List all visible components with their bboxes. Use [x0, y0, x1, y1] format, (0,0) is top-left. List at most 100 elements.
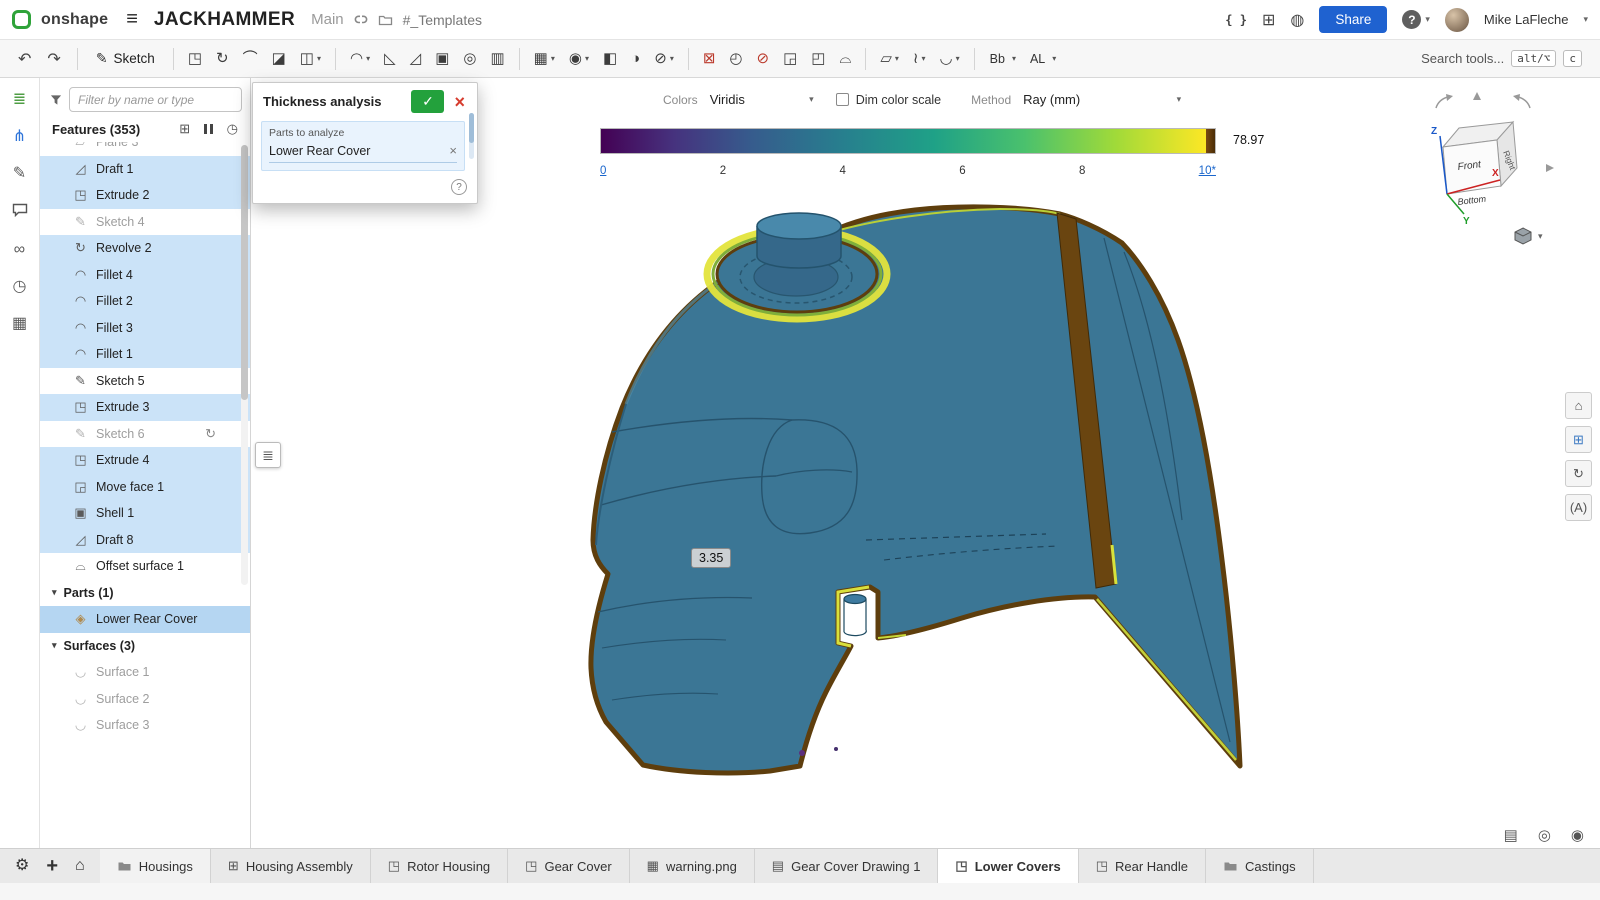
feature-row[interactable]: ◳ Extrude 4	[40, 447, 250, 474]
scale-tick[interactable]: 4	[839, 165, 845, 177]
feature-row[interactable]: ◳ Extrude 2	[40, 182, 250, 209]
delete-part-icon[interactable]: ⊠▾	[697, 47, 722, 70]
follow-mode-icon[interactable]: ∞	[14, 242, 25, 258]
status-icon[interactable]: ◍	[1290, 10, 1304, 30]
user-menu-chevron-icon[interactable]: ▾	[1583, 14, 1588, 25]
linear-pattern-icon[interactable]: ▦▾	[528, 47, 561, 70]
tab-castings[interactable]: Castings	[1206, 849, 1314, 883]
circular-pattern-icon[interactable]: ◉▾	[563, 47, 595, 70]
dialog-scrollbar[interactable]	[469, 113, 474, 159]
tab-housings[interactable]: Housings	[100, 849, 211, 883]
mirror-icon[interactable]: ◧▾	[597, 47, 623, 70]
redo-button[interactable]: ↷	[39, 49, 68, 69]
chevron-down-icon[interactable]: ▾	[956, 54, 960, 63]
feature-row[interactable]: ◲ Move face 1	[40, 474, 250, 501]
viewcube-bottom-face[interactable]: Bottom	[1457, 194, 1487, 207]
search-tools[interactable]: Search tools... alt/⌥ c	[1413, 46, 1590, 71]
tab-housing-assembly[interactable]: ⊞ Housing Assembly	[211, 849, 371, 883]
tab-gear-cover-drawing-1[interactable]: ▤ Gear Cover Drawing 1	[755, 849, 939, 883]
thicken-icon[interactable]: ◫▾	[294, 47, 327, 70]
scale-tick[interactable]: 2	[720, 165, 726, 177]
filter-input[interactable]	[69, 87, 242, 112]
appearance-icon[interactable]: (A)	[1565, 494, 1592, 521]
feature-row[interactable]: ✎ Sketch 6 ↻	[40, 421, 250, 448]
versions-icon[interactable]: ⋔	[13, 129, 26, 145]
feature-row[interactable]: ✎ Sketch 5	[40, 368, 250, 395]
feature-row[interactable]: ✎ Sketch 4	[40, 209, 250, 236]
surface-row[interactable]: ◡ Surface 2	[40, 686, 250, 713]
add-tab-button[interactable]: +	[46, 856, 58, 876]
view-options-menu[interactable]: ▾	[1513, 226, 1543, 246]
feature-list-scrollbar[interactable]	[241, 145, 248, 585]
shell-icon[interactable]: ▣▾	[429, 47, 455, 70]
chevron-down-icon[interactable]: ▾	[585, 54, 589, 63]
dim-color-scale-checkbox[interactable]	[836, 93, 849, 106]
help-icon[interactable]: ?	[1402, 10, 1421, 29]
chevron-down-icon[interactable]: ▾	[366, 54, 370, 63]
offset-surface-icon[interactable]: ⌓▾	[833, 47, 857, 70]
tab-gear-cover[interactable]: ◳ Gear Cover	[508, 849, 630, 883]
delete-face-icon[interactable]: ⊘▾	[751, 47, 776, 70]
chevron-down-icon[interactable]: ▾	[52, 640, 57, 651]
sweep-icon[interactable]: ⌒▾	[237, 47, 264, 70]
chevron-down-icon[interactable]: ▾	[551, 54, 555, 63]
home-tab-icon[interactable]: ⌂	[75, 858, 85, 874]
cancel-button[interactable]: ×	[454, 93, 465, 111]
tab-warning-png[interactable]: ▦ warning.png	[630, 849, 755, 883]
tab-rear-handle[interactable]: ◳ Rear Handle	[1079, 849, 1206, 883]
new-folder-icon[interactable]: ⊞	[179, 121, 190, 137]
feature-row[interactable]: ◠ Fillet 2	[40, 288, 250, 315]
workspace-name[interactable]: Main	[311, 11, 344, 28]
remove-chip-icon[interactable]: ×	[449, 143, 457, 158]
chevron-down-icon[interactable]: ▾	[670, 54, 674, 63]
chamfer-icon[interactable]: ◺▾	[378, 47, 402, 70]
parts-section-header[interactable]: ▾ Parts (1)	[40, 580, 250, 607]
confirm-button[interactable]: ✓	[411, 90, 444, 113]
fillet-icon[interactable]: ◠▾	[344, 47, 376, 70]
colors-dropdown[interactable]: Viridis ▾	[710, 92, 814, 107]
chevron-down-icon[interactable]: ▾	[1052, 54, 1056, 63]
feature-row[interactable]: ◿ Draft 1	[40, 156, 250, 183]
manage-tabs-gear-icon[interactable]: ⚙	[15, 858, 29, 874]
link-icon[interactable]	[354, 13, 368, 26]
avatar[interactable]	[1445, 8, 1469, 32]
scale-tick[interactable]: 6	[959, 165, 965, 177]
feature-row[interactable]: ◳ Extrude 3	[40, 394, 250, 421]
help-menu[interactable]: ? ▾	[1402, 10, 1430, 29]
app-store-icon[interactable]: ⊞	[1262, 10, 1275, 30]
chevron-down-icon[interactable]: ▾	[895, 54, 899, 63]
scale-tick[interactable]: 8	[1079, 165, 1085, 177]
breadcrumb-folder[interactable]: #_Templates	[403, 12, 482, 28]
pause-updates-icon[interactable]	[204, 124, 213, 134]
measure-icon[interactable]: ◎	[1538, 826, 1551, 844]
surface-row[interactable]: ◡ Surface 3	[40, 712, 250, 739]
feature-row[interactable]: ▣ Shell 1	[40, 500, 250, 527]
parts-to-analyze-field[interactable]: Parts to analyze Lower Rear Cover ×	[261, 121, 465, 171]
custom-tables-icon[interactable]: ▤	[1504, 826, 1518, 844]
hole-icon[interactable]: ◎▾	[457, 47, 482, 70]
feature-row[interactable]: ▱ Plane 3	[40, 142, 250, 156]
onshape-logo-icon[interactable]	[12, 10, 31, 29]
modify-fillet-icon[interactable]: ◴▾	[723, 47, 748, 70]
tab-lower-covers[interactable]: ◳ Lower Covers	[938, 849, 1078, 883]
feature-row[interactable]: ↻ Revolve 2	[40, 235, 250, 262]
feature-row[interactable]: ◠ Fillet 4	[40, 262, 250, 289]
move-face-icon[interactable]: ◲▾	[777, 47, 803, 70]
chevron-down-icon[interactable]: ▾	[52, 587, 57, 598]
extrude-icon[interactable]: ◳▾	[182, 47, 208, 70]
curve-icon[interactable]: ≀▾	[907, 47, 932, 70]
tab-rotor-housing[interactable]: ◳ Rotor Housing	[371, 849, 508, 883]
featurescript-icon[interactable]: { }	[1225, 13, 1247, 27]
filter-icon[interactable]	[50, 94, 62, 106]
featurescript-icon[interactable]: ✎	[13, 166, 26, 182]
chevron-down-icon[interactable]: ▾	[317, 54, 321, 63]
view-rotate-icon[interactable]: ↻	[1565, 460, 1592, 487]
feature-row[interactable]: ◿ Draft 8	[40, 527, 250, 554]
scale-tick[interactable]: 10*	[1199, 165, 1216, 177]
main-menu-icon[interactable]: ≡	[126, 8, 138, 31]
split-icon[interactable]: ⊘▾	[648, 47, 680, 70]
share-button[interactable]: Share	[1319, 6, 1387, 33]
sheet-metal-tool[interactable]: Bb▾	[983, 49, 1023, 69]
loft-icon[interactable]: ◪▾	[266, 47, 292, 70]
history-icon[interactable]: ◷	[13, 279, 27, 295]
